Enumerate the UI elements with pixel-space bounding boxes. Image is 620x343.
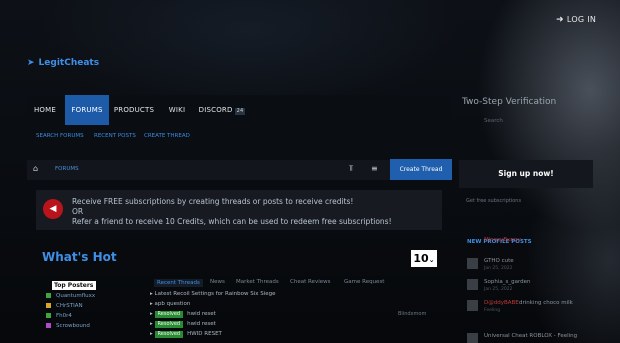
poster-row[interactable]: Scrowbound <box>46 323 90 331</box>
thread-row[interactable]: ▸ apb question <box>150 301 190 309</box>
profile-post-time: Jan 25, 2022 <box>484 287 513 292</box>
profile-post-time: Jan 25, 2022 <box>484 266 513 271</box>
rank-icon <box>46 323 51 328</box>
count-select-value: 10 <box>413 252 429 265</box>
thread-title: hwid reset <box>187 321 216 327</box>
tab-cheat-reviews[interactable]: Cheat Reviews <box>290 279 330 285</box>
rank-icon <box>46 293 51 298</box>
profile-post-name[interactable]: D@ddyBABE <box>484 300 519 306</box>
nav-home-label: HOME <box>33 106 57 114</box>
poster-name: Quantumfluxx <box>56 293 96 299</box>
whats-hot-title: What's Hot <box>42 250 117 264</box>
signup-button[interactable]: Sign up now! <box>459 160 593 188</box>
login-icon: ➜ <box>556 15 564 25</box>
home-icon[interactable]: ⌂ <box>33 164 38 173</box>
notice-line-3: Refer a friend to receive 10 Credits, wh… <box>72 217 392 226</box>
thread-title: Latest Recoil Settings for Rainbow Six S… <box>154 291 276 297</box>
nav-forums-label: FORUMS <box>71 106 103 114</box>
thread-author[interactable]: Blindxmom <box>398 311 426 317</box>
paper-plane-icon: ➤ <box>27 58 35 68</box>
notice-line-1: Receive FREE subscriptions by creating t… <box>72 197 354 206</box>
resolved-badge: Resolved <box>154 331 184 338</box>
breadcrumb: ⌂ FORUMS ⫪ ≡ Create Thread <box>27 159 452 180</box>
avatar[interactable] <box>467 333 478 343</box>
avatar[interactable] <box>467 258 478 269</box>
resolved-badge: Resolved <box>154 311 184 318</box>
nav-products[interactable]: PRODUCTS <box>111 95 157 125</box>
logo-text: LegitCheats <box>38 58 100 68</box>
profile-post-text: Universal Cheat ROBLOX - Feeling <box>484 333 578 339</box>
nav-wiki-label: WIKI <box>168 106 186 114</box>
profile-post-name[interactable]: MinecyBunny <box>484 237 521 243</box>
rank-icon <box>46 313 51 318</box>
nav-forums[interactable]: FORUMS <box>65 95 109 125</box>
breadcrumb-forums[interactable]: FORUMS <box>55 166 79 172</box>
avatar[interactable] <box>467 300 478 311</box>
tab-news[interactable]: News <box>210 279 225 285</box>
login-link[interactable]: ➜ LOG IN <box>556 15 596 25</box>
poster-row[interactable]: CHrSTIAN <box>46 303 83 311</box>
profile-post-text: drinking choco milk <box>519 300 573 306</box>
count-select[interactable]: 10⌄ <box>411 250 437 267</box>
notice-line-2: OR <box>72 207 84 216</box>
main-navbar: HOME FORUMS PRODUCTS WIKI DISCORD 24 <box>27 95 451 125</box>
recent-posts-link[interactable]: RECENT POSTS <box>94 133 136 139</box>
rank-icon <box>46 303 51 308</box>
thread-row[interactable]: ▸ Latest Recoil Settings for Rainbow Six… <box>150 291 276 299</box>
create-thread-link[interactable]: CREATE THREAD <box>144 133 190 139</box>
thread-title: hwid reset <box>187 311 216 317</box>
discord-count-badge: 24 <box>234 108 246 115</box>
avatar[interactable] <box>467 279 478 290</box>
create-thread-button[interactable]: Create Thread <box>390 159 452 180</box>
profile-post-text: Sophia_s_garden <box>484 279 531 285</box>
top-posters-select[interactable]: Top Posters ▾ <box>52 281 96 298</box>
sitemap-icon[interactable]: ⫪ <box>349 164 354 174</box>
credits-notice: ◀ Receive FREE subscriptions by creating… <box>36 190 442 230</box>
site-logo[interactable]: ➤ LegitCheats <box>27 58 99 68</box>
profile-post-time: Feeling <box>484 308 501 313</box>
nav-wiki[interactable]: WIKI <box>161 95 193 125</box>
poster-name: CHrSTIAN <box>56 303 83 309</box>
login-label: LOG IN <box>566 15 597 24</box>
thread-row[interactable]: ▸ Resolved hwid reset <box>150 311 216 319</box>
search-forums-link[interactable]: SEARCH FORUMS <box>36 133 84 139</box>
thread-title: HWID RESET <box>187 331 222 337</box>
resolved-badge: Resolved <box>154 321 184 328</box>
top-posters-label: Top Posters <box>54 282 94 289</box>
free-subs-text: Get free subscriptions <box>466 198 522 204</box>
thread-row[interactable]: ▸ Resolved HWID RESET <box>150 331 222 339</box>
chevron-down-icon: ⌄ <box>428 256 435 264</box>
poster-name: Fh0r4 <box>56 313 72 319</box>
thread-row[interactable]: ▸ Resolved hwid reset <box>150 321 216 329</box>
profile-post-text: GTHO cute <box>484 258 514 264</box>
nav-discord[interactable]: DISCORD 24 <box>197 95 247 125</box>
thread-title: apb question <box>154 301 191 307</box>
poster-row[interactable]: Fh0r4 <box>46 313 72 321</box>
two-step-subtitle: Search <box>484 118 503 124</box>
poster-row[interactable]: Quantumfluxx <box>46 293 95 301</box>
poster-name: Scrowbound <box>56 323 90 329</box>
megaphone-icon: ◀ <box>43 199 63 219</box>
two-step-title: Two-Step Verification <box>462 97 557 107</box>
tab-game-request[interactable]: Game Request <box>344 279 384 285</box>
list-icon[interactable]: ≡ <box>371 164 378 173</box>
tab-market-threads[interactable]: Market Threads <box>236 279 279 285</box>
nav-discord-label: DISCORD <box>198 106 233 114</box>
nav-products-label: PRODUCTS <box>113 106 155 114</box>
tab-recent-threads[interactable]: Recent Threads <box>154 279 203 287</box>
nav-home[interactable]: HOME <box>27 95 63 125</box>
